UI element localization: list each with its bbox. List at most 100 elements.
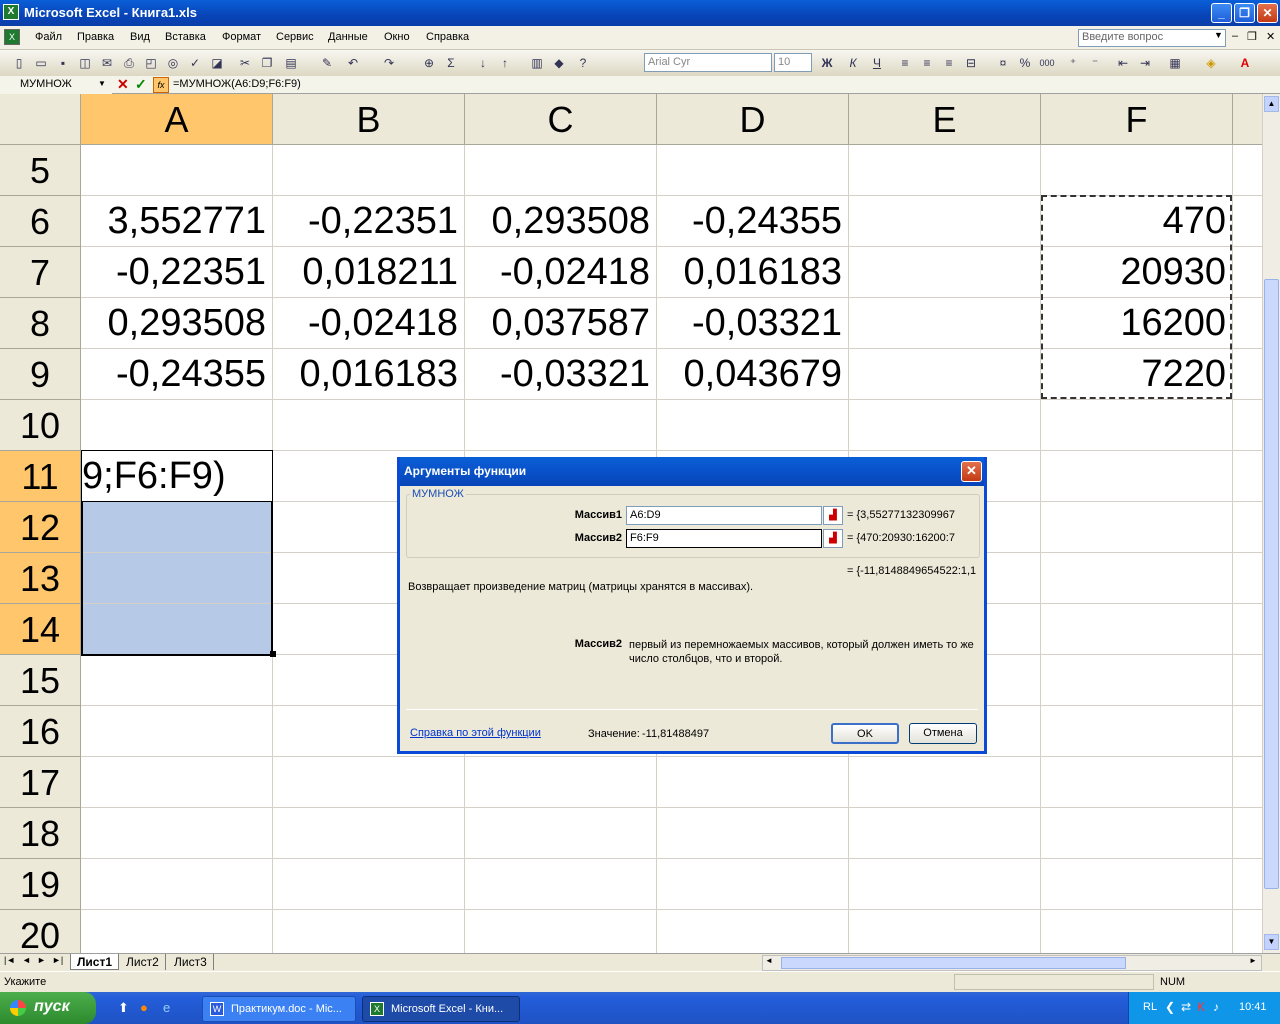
percent-button[interactable]: % [1016,54,1034,72]
vertical-scrollbar[interactable]: ▲ ▼ [1262,94,1280,953]
row-header[interactable]: 11 [0,451,81,502]
autosum-icon[interactable]: Σ [442,54,460,72]
italic-button[interactable]: К [844,54,862,72]
close-button[interactable]: ✕ [1257,3,1278,23]
fill-handle[interactable] [270,651,276,657]
enter-formula-icon[interactable]: ✓ [135,76,147,93]
dialog-close-button[interactable]: ✕ [961,461,982,482]
thousands-button[interactable]: 000 [1038,54,1056,72]
cell-b7[interactable]: 0,018211 [273,247,465,298]
paste-icon[interactable]: ▤ [282,54,300,72]
workbook-icon[interactable]: X [4,29,20,45]
row-header[interactable]: 13 [0,553,81,604]
menu-window[interactable]: Окно [384,31,410,43]
menu-tools[interactable]: Сервис [276,31,314,43]
arg2-input[interactable]: F6:F9 [626,529,822,548]
prev-sheet-icon[interactable]: ◄ [22,955,31,965]
task-excel[interactable]: Microsoft Excel - Кни... [362,996,520,1022]
cell-a6[interactable]: 3,552771 [81,196,273,247]
align-left-icon[interactable]: ≡ [896,54,914,72]
cut-icon[interactable]: ✂ [236,54,254,72]
doc-minimize-button[interactable]: – [1232,30,1238,42]
decrease-decimal-icon[interactable]: ⁻ [1086,54,1104,72]
font-size-select[interactable]: 10 [774,53,812,72]
font-name-select[interactable]: Arial Cyr [644,53,772,72]
column-header[interactable]: F [1041,94,1233,145]
cell-a11[interactable]: 9;F6:F9) [82,451,270,501]
column-header[interactable] [1233,94,1262,145]
fill-color-icon[interactable]: ◈ [1202,54,1220,72]
row-header[interactable]: 10 [0,400,81,451]
research-book-icon[interactable]: ◪ [208,54,226,72]
antivirus-icon[interactable]: K [1197,1000,1205,1014]
column-header[interactable]: B [273,94,465,145]
font-color-icon[interactable]: A [1236,54,1254,72]
column-header[interactable]: D [657,94,849,145]
sheet-tab-1[interactable]: Лист1 [70,954,120,970]
cell-a7[interactable]: -0,22351 [81,247,273,298]
scroll-up-icon[interactable]: ▲ [1264,96,1279,112]
row-header[interactable]: 5 [0,145,81,196]
underline-button[interactable]: Ч [868,54,886,72]
cell-c9[interactable]: -0,03321 [465,349,657,400]
doc-close-button[interactable]: ✕ [1266,30,1275,43]
print-icon[interactable]: ⎙ [120,54,138,72]
row-header[interactable]: 8 [0,298,81,349]
row-header[interactable]: 9 [0,349,81,400]
column-header[interactable]: C [465,94,657,145]
format-painter-icon[interactable]: ✎ [318,54,336,72]
insert-function-icon[interactable]: fx [153,77,169,93]
row-header[interactable]: 12 [0,502,81,553]
minimize-button[interactable]: _ [1211,3,1232,23]
show-desktop-icon[interactable]: ⬆ [118,1000,129,1016]
scroll-thumb[interactable] [1264,279,1279,889]
align-right-icon[interactable]: ≡ [940,54,958,72]
row-header[interactable]: 18 [0,808,81,859]
menu-view[interactable]: Вид [130,31,150,43]
network-icon[interactable]: ⇄ [1181,1000,1191,1014]
cell-d7[interactable]: 0,016183 [657,247,849,298]
copy-icon[interactable]: ❐ [258,54,276,72]
name-box-dropdown-icon[interactable]: ▼ [98,79,106,88]
cancel-formula-icon[interactable]: ✕ [117,76,129,93]
sort-descending-icon[interactable]: ↑ [496,54,514,72]
select-all-corner[interactable] [0,94,81,145]
row-header[interactable]: 20 [0,910,81,953]
scroll-left-icon[interactable]: ◄ [765,956,773,965]
quicklaunch-icon[interactable]: ● [140,1000,148,1015]
menu-data[interactable]: Данные [328,31,368,43]
borders-icon[interactable]: ▦ [1166,54,1184,72]
menu-format[interactable]: Формат [222,31,261,43]
ask-question-input[interactable]: Введите вопрос [1078,29,1226,47]
cell-b9[interactable]: 0,016183 [273,349,465,400]
menu-help[interactable]: Справка [426,31,469,43]
scroll-right-icon[interactable]: ► [1249,956,1257,965]
hscroll-thumb[interactable] [781,957,1126,969]
currency-icon[interactable]: ¤ [994,54,1012,72]
print-preview-icon[interactable]: ◰ [142,54,160,72]
increase-indent-icon[interactable]: ⇥ [1136,54,1154,72]
volume-icon[interactable]: ♪ [1213,1000,1219,1014]
menu-file[interactable]: Файл [35,31,62,43]
row-header[interactable]: 16 [0,706,81,757]
spelling-icon[interactable]: ✓ [186,54,204,72]
formula-input[interactable]: =МУМНОЖ(A6:D9;F6:F9) [173,78,301,90]
task-word[interactable]: Практикум.doc - Mic... [202,996,356,1022]
cell-d6[interactable]: -0,24355 [657,196,849,247]
save-icon[interactable]: ▪ [54,54,72,72]
help-icon[interactable]: ? [574,54,592,72]
redo-icon[interactable]: ↷ [380,54,398,72]
undo-icon[interactable]: ↶ [344,54,362,72]
arg1-input[interactable]: A6:D9 [626,506,822,525]
cell-c7[interactable]: -0,02418 [465,247,657,298]
tray-back-icon[interactable]: ❮ [1165,1000,1175,1014]
language-indicator[interactable]: RL [1143,1001,1157,1013]
increase-decimal-icon[interactable]: ⁺ [1064,54,1082,72]
row-header[interactable]: 7 [0,247,81,298]
bold-button[interactable]: Ж [818,54,836,72]
restore-button[interactable]: ❐ [1234,3,1255,23]
cell-d8[interactable]: -0,03321 [657,298,849,349]
first-sheet-icon[interactable]: |◄ [4,955,15,965]
start-button[interactable]: пуск [0,992,96,1024]
name-box[interactable]: МУМНОЖ [0,76,112,94]
